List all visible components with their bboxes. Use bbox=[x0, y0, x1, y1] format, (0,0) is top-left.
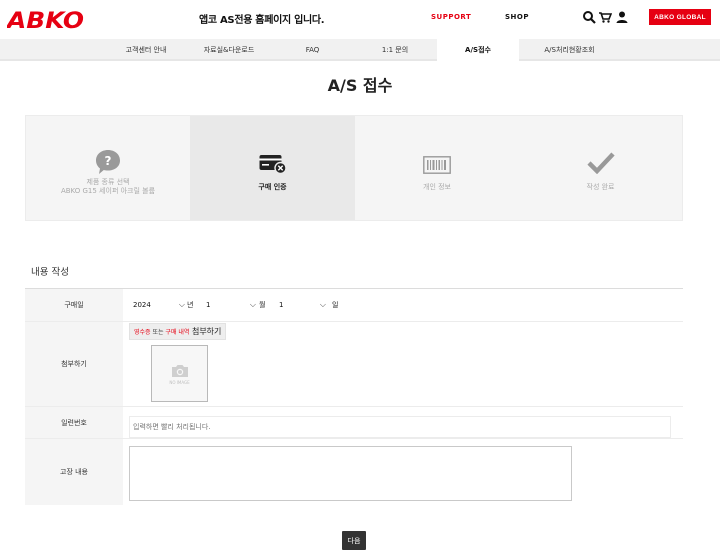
month-select[interactable]: 1 ⌵ bbox=[202, 297, 258, 313]
nav-shop-link[interactable]: SHOP bbox=[505, 13, 529, 21]
step-label: 작성 완료 bbox=[586, 183, 615, 191]
tab-faq[interactable]: FAQ bbox=[285, 39, 340, 61]
attach-row: 첨부하기 bbox=[25, 322, 683, 407]
attachment-thumbnail[interactable]: NO IMAGE bbox=[151, 345, 208, 402]
step-complete: 작성 완료 bbox=[519, 116, 682, 220]
top-header: ABKO 앱코 AS전용 홈페이지 입니다. SUPPORT SHOP ABKO… bbox=[0, 0, 720, 38]
day-unit: 일 bbox=[332, 301, 339, 309]
attach-receipt-button[interactable]: 영수증 또는 구매 내역 첨부하기 bbox=[129, 323, 227, 340]
question-icon: ? bbox=[96, 150, 120, 174]
page-title: A/S 접수 bbox=[327, 76, 393, 95]
step-label: 구매 인증 bbox=[258, 183, 287, 191]
abko-logo[interactable]: ABKO bbox=[7, 9, 85, 31]
year-select[interactable]: 2024 ⌵ bbox=[129, 297, 187, 313]
serial-input[interactable] bbox=[129, 416, 671, 438]
card-check-icon bbox=[259, 155, 287, 174]
step-purchase-verify: 구매 인증 bbox=[190, 116, 355, 220]
chevron-down-icon: ⌵ bbox=[319, 300, 326, 309]
header-notice: 앱코 AS전용 홈페이지 입니다. bbox=[199, 15, 325, 26]
step-product-select: ? 제품 종류 선택 ABKO G15 세이퍼 아크릴 볼륨 bbox=[26, 116, 190, 220]
step-progress: ? 제품 종류 선택 ABKO G15 세이퍼 아크릴 볼륨 구매 인증 개인 … bbox=[25, 115, 683, 221]
tab-as-status[interactable]: A/S처리현황조회 bbox=[527, 39, 612, 61]
next-button[interactable]: 다음 bbox=[342, 531, 366, 550]
checkmark-icon bbox=[586, 152, 615, 174]
as-form: 구매일 2024 ⌵ 년 1 ⌵ 월 1 ⌵ 일 첨부하기 영수증 또는 구매 내역 … bbox=[25, 288, 683, 505]
chevron-down-icon: ⌵ bbox=[249, 300, 256, 309]
step-sub-label: ABKO G15 세이퍼 아크릴 볼륨 bbox=[60, 187, 156, 195]
svg-text:ABKO: ABKO bbox=[7, 9, 84, 31]
step-personal-info: 개인 정보 bbox=[355, 116, 519, 220]
serial-row: 일련번호 bbox=[25, 407, 683, 439]
tab-downloads[interactable]: 자료실&다운로드 bbox=[190, 39, 268, 61]
chevron-down-icon: ⌵ bbox=[178, 300, 185, 309]
day-select[interactable]: 1 ⌵ bbox=[275, 297, 328, 313]
tab-customer-center[interactable]: 고객센터 안내 bbox=[110, 39, 182, 61]
tab-as-request[interactable]: A/S접수 bbox=[437, 39, 519, 61]
purchase-date-label: 구매일 bbox=[25, 289, 123, 321]
issue-label: 고장 내용 bbox=[25, 439, 123, 505]
issue-row: 고장 내용 bbox=[25, 439, 683, 505]
camera-icon bbox=[172, 365, 188, 377]
cart-icon[interactable] bbox=[598, 10, 612, 24]
nav-support-link[interactable]: SUPPORT bbox=[431, 13, 471, 21]
attach-label: 첨부하기 bbox=[25, 322, 123, 406]
serial-label: 일련번호 bbox=[25, 407, 123, 438]
issue-textarea[interactable] bbox=[129, 446, 572, 501]
barcode-icon bbox=[423, 156, 451, 174]
abko-global-button[interactable]: ABKO GLOBAL bbox=[649, 9, 711, 25]
section-title: 내용 작성 bbox=[31, 267, 69, 278]
thumb-placeholder-text: NO IMAGE bbox=[169, 380, 190, 385]
search-icon[interactable] bbox=[582, 10, 596, 24]
user-icon[interactable] bbox=[615, 10, 629, 24]
year-unit: 년 bbox=[187, 301, 194, 309]
step-label: 개인 정보 bbox=[423, 183, 451, 191]
month-unit: 월 bbox=[259, 301, 266, 309]
sub-navigation: 고객센터 안내 자료실&다운로드 FAQ 1:1 문의 A/S접수 A/S처리현… bbox=[0, 39, 720, 61]
tab-inquiry[interactable]: 1:1 문의 bbox=[365, 39, 425, 61]
svg-text:?: ? bbox=[105, 154, 112, 168]
purchase-date-row: 구매일 2024 ⌵ 년 1 ⌵ 월 1 ⌵ 일 bbox=[25, 289, 683, 322]
